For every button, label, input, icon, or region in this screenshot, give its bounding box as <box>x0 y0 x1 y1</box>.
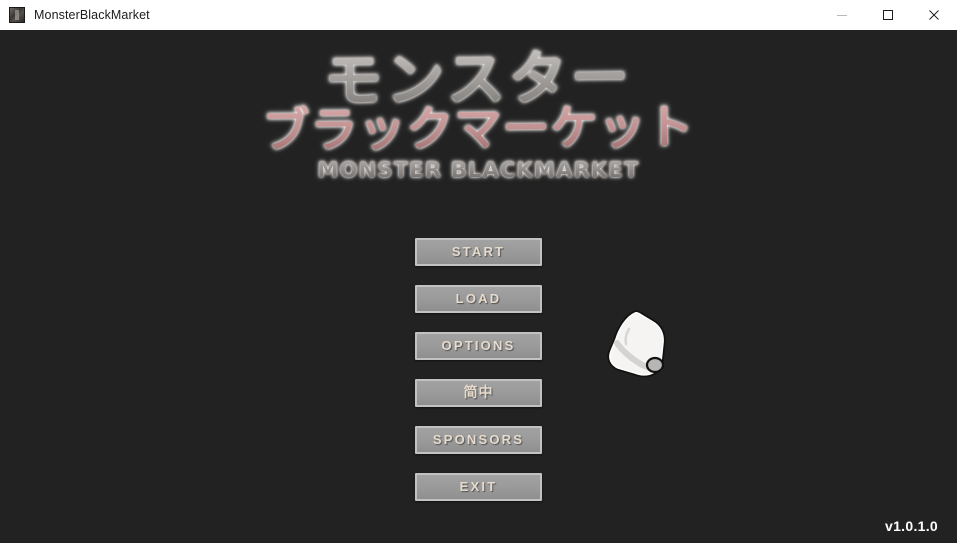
game-logo: モンスター ブラックマーケット MONSTER BLACKMARKET <box>0 43 957 182</box>
maximize-icon <box>883 10 893 20</box>
titlebar: MonsterBlackMarket <box>0 0 957 30</box>
version-label: v1.0.1.0 <box>885 518 938 534</box>
menu-button-load[interactable]: LOAD <box>415 285 542 313</box>
pointing-hand-cursor-icon <box>605 307 671 379</box>
menu-button-exit[interactable]: EXIT <box>415 473 542 501</box>
close-icon <box>929 10 939 20</box>
main-menu: START LOAD OPTIONS 简中 SPONSORS EXIT <box>415 238 542 501</box>
window-controls <box>819 0 957 30</box>
app-icon <box>9 7 25 23</box>
window-title: MonsterBlackMarket <box>34 8 150 22</box>
menu-button-options[interactable]: OPTIONS <box>415 332 542 360</box>
close-button[interactable] <box>911 0 957 30</box>
minimize-icon <box>837 15 847 16</box>
minimize-button[interactable] <box>819 0 865 30</box>
logo-subtitle: MONSTER BLACKMARKET <box>0 158 957 182</box>
menu-button-language[interactable]: 简中 <box>415 379 542 407</box>
logo-line-katakana-blackmarket: ブラックマーケット <box>0 100 957 160</box>
menu-button-sponsors[interactable]: SPONSORS <box>415 426 542 454</box>
application-window: MonsterBlackMarket モンスター ブラックマーケット MONST… <box>0 0 957 543</box>
maximize-button[interactable] <box>865 0 911 30</box>
game-title-screen: モンスター ブラックマーケット MONSTER BLACKMARKET STAR… <box>0 30 957 543</box>
menu-button-start[interactable]: START <box>415 238 542 266</box>
